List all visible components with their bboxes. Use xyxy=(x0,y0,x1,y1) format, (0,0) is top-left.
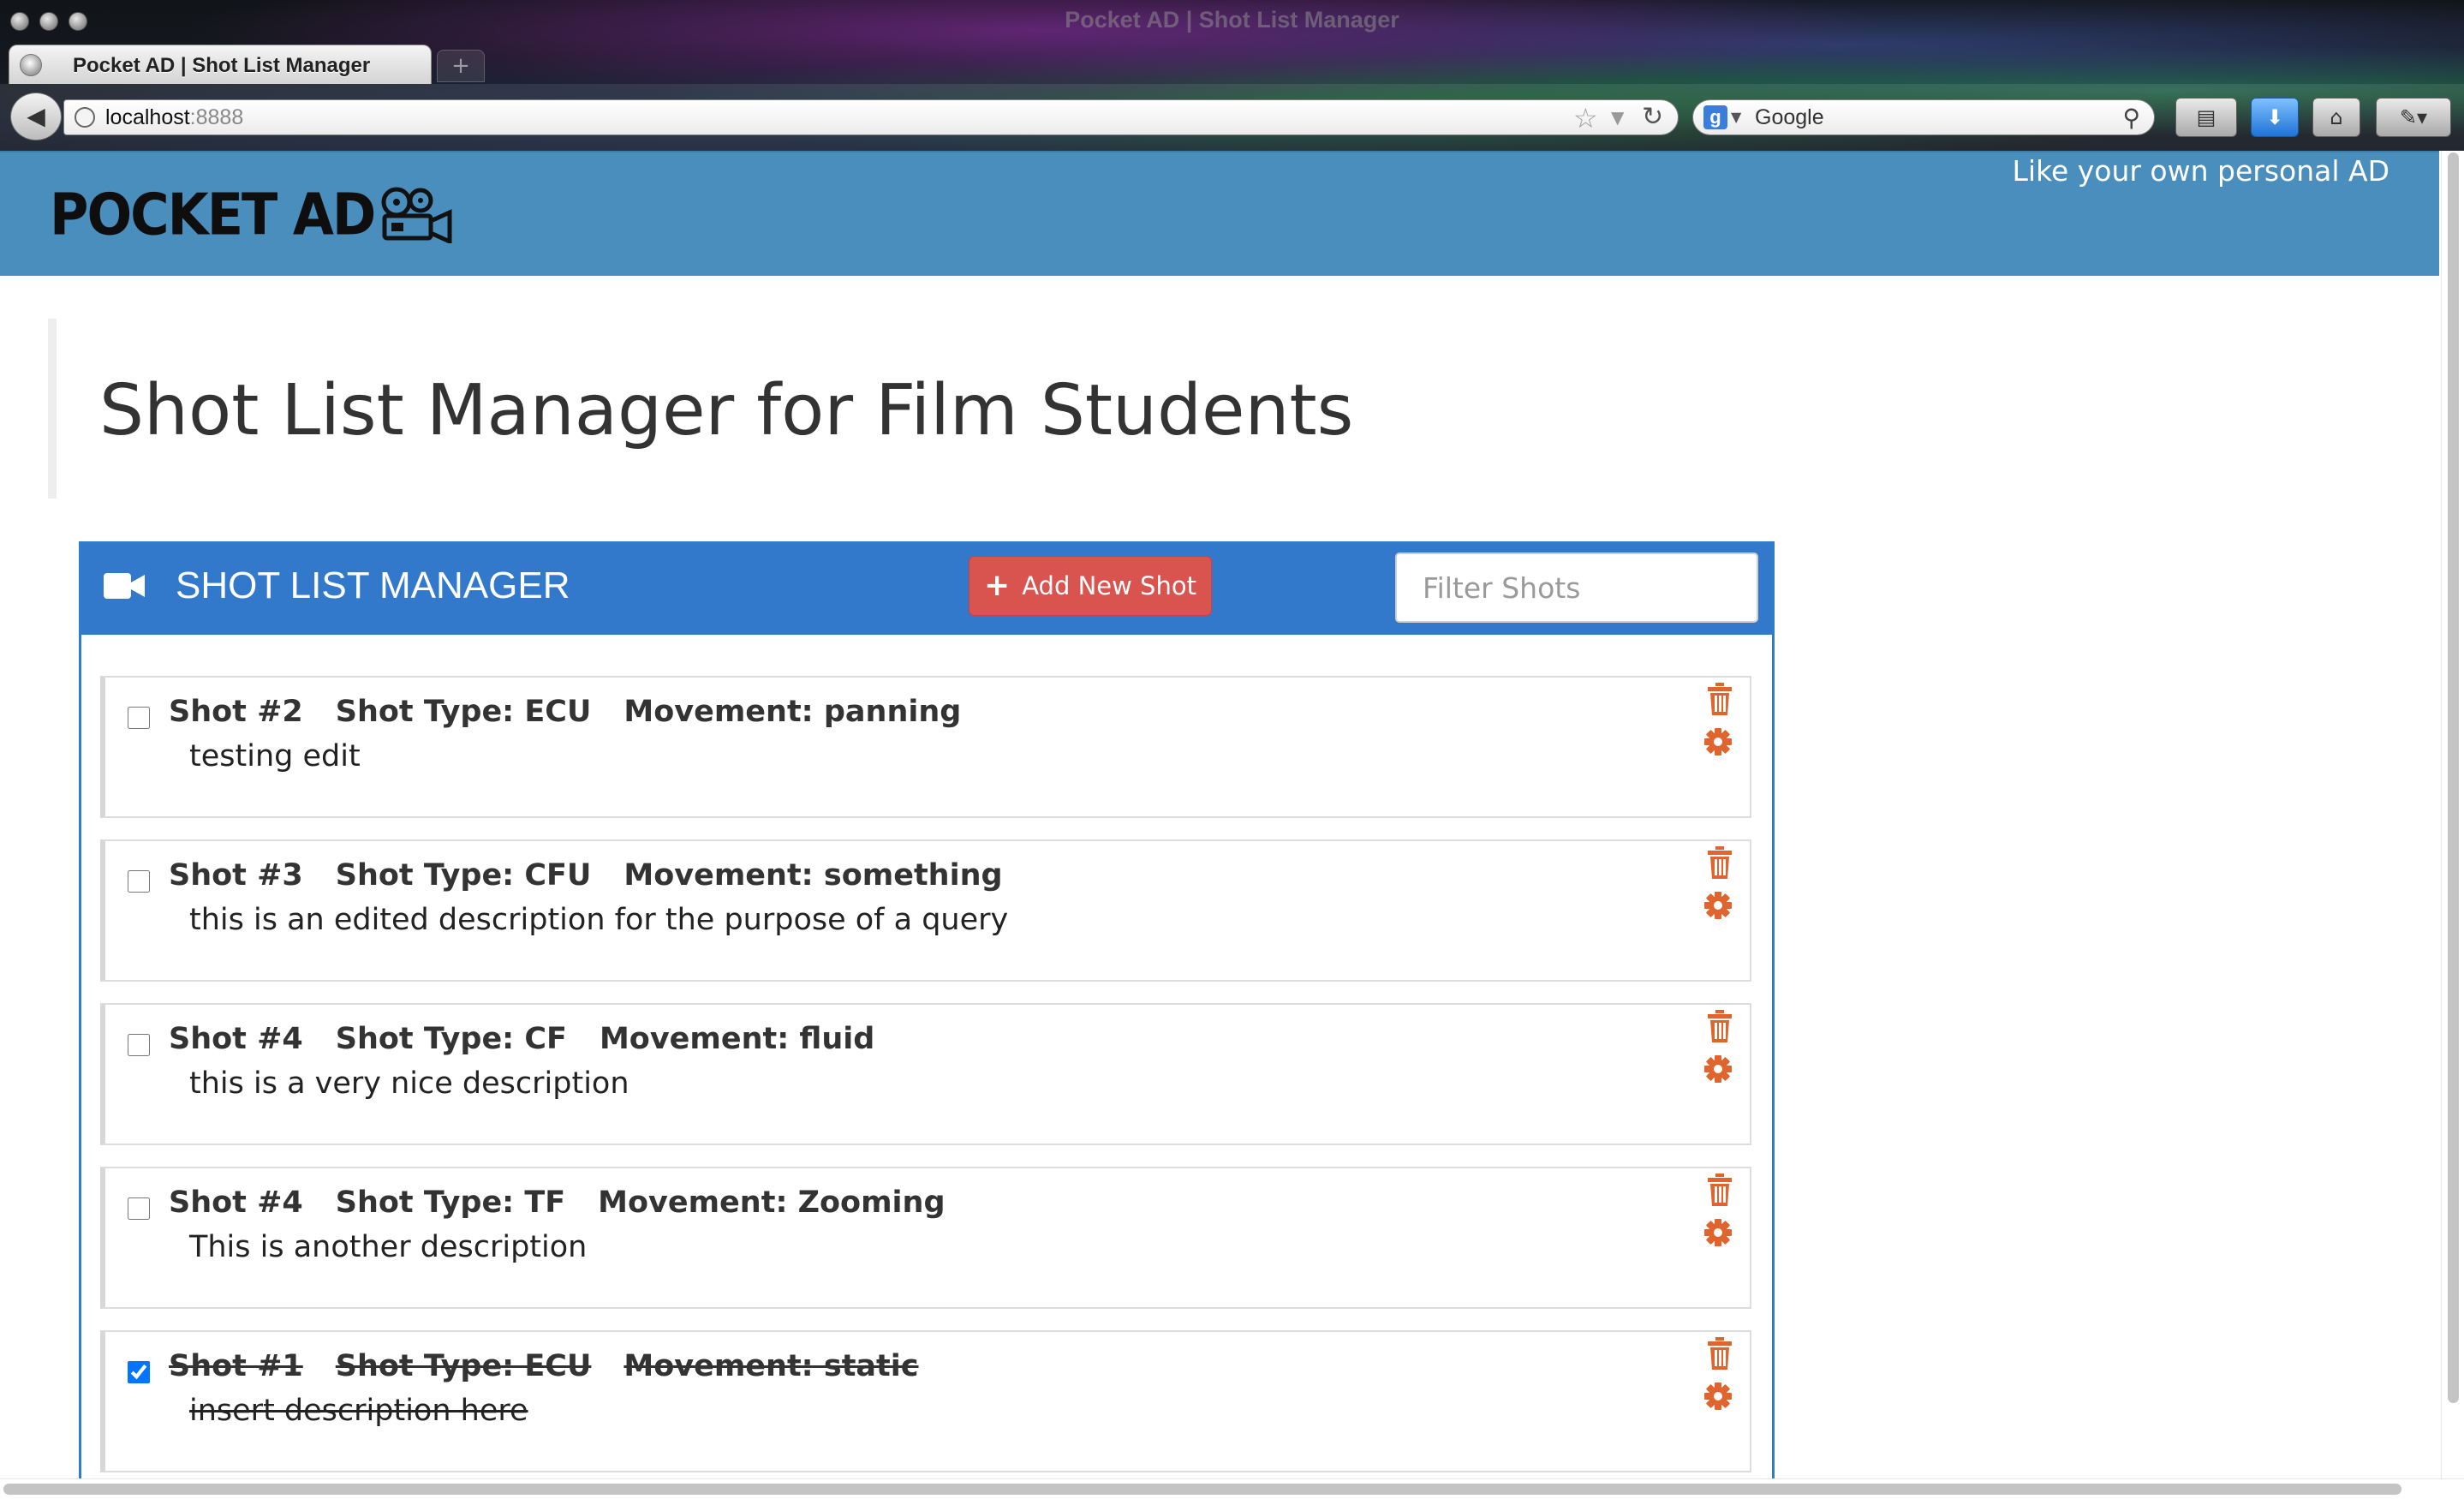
bookmarks-menu-button[interactable]: ▤ xyxy=(2175,98,2237,137)
shot-movement: Movement: Zooming xyxy=(598,1185,946,1220)
home-button[interactable]: ⌂ xyxy=(2312,98,2360,137)
page-viewport: POCKET AD Like your own personal AD Shot… xyxy=(0,151,2464,1484)
history-dropdown-icon[interactable]: ▼ xyxy=(1611,107,1624,128)
search-bar[interactable]: g ▼ Google ⚲ xyxy=(1692,99,2155,135)
shot-summary: Shot #2 Shot Type: ECU Movement: panning xyxy=(169,695,993,729)
download-arrow-icon: ⬇ xyxy=(2265,105,2284,129)
horizontal-scrollbar[interactable] xyxy=(0,1478,2464,1499)
search-input[interactable]: Google xyxy=(1755,105,1824,130)
panel-title: SHOT LIST MANAGER xyxy=(176,564,570,606)
gear-icon[interactable] xyxy=(1703,1054,1733,1084)
shot-movement: Movement: something xyxy=(623,858,1003,893)
browser-tab-active[interactable]: Pocket AD | Shot List Manager xyxy=(9,45,432,84)
shot-complete-checkbox[interactable] xyxy=(128,707,150,729)
wrench-icon: ✎▾ xyxy=(2399,105,2428,129)
tools-menu-button[interactable]: ✎▾ xyxy=(2376,98,2451,137)
site-identity-icon xyxy=(75,107,95,128)
shot-description: This is another description xyxy=(189,1230,588,1264)
panel-heading: SHOT LIST MANAGER + Add New Shot xyxy=(81,544,1772,635)
shot-summary: Shot #3 Shot Type: CFU Movement: something xyxy=(169,858,1035,893)
shot-row: Shot #3 Shot Type: CFU Movement: something… xyxy=(100,839,1751,982)
globe-icon xyxy=(20,54,42,76)
shot-number: Shot #4 xyxy=(169,1022,303,1056)
trash-icon[interactable] xyxy=(1707,846,1733,879)
shot-type: Shot Type: ECU xyxy=(335,695,592,729)
page-intro: Shot List Manager for Film Students xyxy=(48,319,1761,499)
address-bar[interactable]: localhost:8888 ☆ ▼ ↻ xyxy=(63,99,1679,135)
shot-complete-checkbox[interactable] xyxy=(128,1197,150,1220)
url-host: localhost xyxy=(105,105,190,129)
plus-icon: + xyxy=(984,568,1011,603)
vertical-scrollbar-thumb[interactable] xyxy=(2448,152,2459,1403)
bookmark-star-icon[interactable]: ☆ xyxy=(1573,102,1598,134)
back-button[interactable]: ◀ xyxy=(10,93,62,140)
bookmarks-icon: ▤ xyxy=(2196,105,2216,129)
shot-row: Shot #4 Shot Type: TF Movement: Zooming Th… xyxy=(100,1167,1751,1309)
trash-icon[interactable] xyxy=(1707,1337,1733,1370)
shot-row: Shot #2 Shot Type: ECU Movement: panning t… xyxy=(100,676,1751,818)
browser-chrome: Pocket AD | Shot List Manager Pocket AD … xyxy=(0,0,2464,151)
logo-text: POCKET AD xyxy=(50,181,376,248)
chevron-down-icon[interactable]: ▼ xyxy=(1731,109,1741,125)
downloads-button[interactable]: ⬇ xyxy=(2251,98,2299,137)
shot-type: Shot Type: TF xyxy=(335,1185,566,1220)
shot-number: Shot #1 xyxy=(169,1349,303,1383)
film-camera-icon xyxy=(381,187,452,243)
window-title: Pocket AD | Shot List Manager xyxy=(1065,7,1399,33)
trash-icon[interactable] xyxy=(1707,1010,1733,1042)
shot-row-completed: Shot #1 Shot Type: ECU Movement: static in… xyxy=(100,1330,1751,1472)
new-tab-button[interactable]: + xyxy=(437,50,485,82)
shot-type: Shot Type: ECU xyxy=(335,1349,592,1383)
filter-shots-input[interactable] xyxy=(1395,552,1758,623)
shot-number: Shot #4 xyxy=(169,1185,303,1220)
search-icon[interactable]: ⚲ xyxy=(2122,104,2140,132)
shot-summary: Shot #1 Shot Type: ECU Movement: static xyxy=(169,1349,952,1383)
shot-movement: Movement: static xyxy=(623,1349,919,1383)
shot-list-panel: SHOT LIST MANAGER + Add New Shot Shot #2… xyxy=(79,541,1775,1484)
shot-number: Shot #2 xyxy=(169,695,303,729)
trash-icon[interactable] xyxy=(1707,683,1733,715)
url-text[interactable]: localhost:8888 xyxy=(105,105,243,130)
search-engine-icon[interactable]: g xyxy=(1703,105,1727,129)
url-port: :8888 xyxy=(189,105,244,129)
gear-icon[interactable] xyxy=(1703,1382,1733,1411)
add-new-shot-label: Add New Shot xyxy=(1022,571,1196,600)
shot-description: this is a very nice description xyxy=(189,1066,629,1101)
shot-movement: Movement: panning xyxy=(623,695,962,729)
gear-icon[interactable] xyxy=(1703,1218,1733,1247)
shot-complete-checkbox[interactable] xyxy=(128,1034,150,1056)
shot-type: Shot Type: CF xyxy=(335,1022,567,1056)
shot-complete-checkbox[interactable] xyxy=(128,870,150,893)
reload-icon[interactable]: ↻ xyxy=(1642,102,1663,132)
site-tagline: Like your own personal AD xyxy=(2012,154,2389,188)
shot-description: testing edit xyxy=(189,739,361,773)
site-logo[interactable]: POCKET AD xyxy=(50,181,455,248)
vertical-scrollbar[interactable] xyxy=(2441,151,2464,1478)
shot-complete-checkbox[interactable] xyxy=(128,1361,150,1383)
shot-row: Shot #4 Shot Type: CF Movement: fluid this… xyxy=(100,1003,1751,1145)
trash-icon[interactable] xyxy=(1707,1174,1733,1206)
tab-title: Pocket AD | Shot List Manager xyxy=(73,54,371,77)
shot-description: insert description here xyxy=(189,1394,528,1428)
shot-summary: Shot #4 Shot Type: CF Movement: fluid xyxy=(169,1022,907,1056)
add-new-shot-button[interactable]: + Add New Shot xyxy=(969,556,1212,616)
gear-icon[interactable] xyxy=(1703,891,1733,920)
shot-description: this is an edited description for the pu… xyxy=(189,903,1009,937)
gear-icon[interactable] xyxy=(1703,727,1733,756)
shot-movement: Movement: fluid xyxy=(599,1022,875,1056)
horizontal-scrollbar-thumb[interactable] xyxy=(3,1484,2401,1495)
shot-number: Shot #3 xyxy=(169,858,303,893)
arrow-left-icon: ◀ xyxy=(27,102,45,130)
site-header: POCKET AD Like your own personal AD xyxy=(0,151,2439,276)
shot-summary: Shot #4 Shot Type: TF Movement: Zooming xyxy=(169,1185,978,1220)
shot-type: Shot Type: CFU xyxy=(335,858,592,893)
page-title: Shot List Manager for Film Students xyxy=(99,370,1354,451)
video-camera-icon xyxy=(104,573,145,599)
home-icon: ⌂ xyxy=(2330,105,2343,129)
